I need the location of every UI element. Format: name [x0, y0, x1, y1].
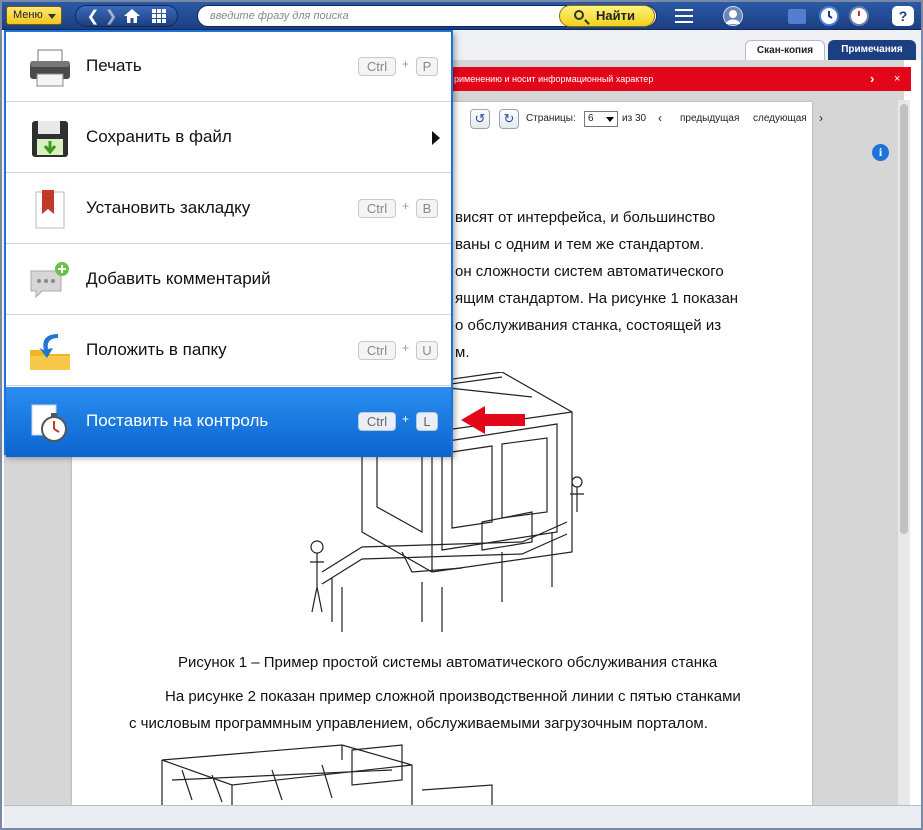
shortcut-ctrl: Ctrl: [358, 57, 396, 76]
menu-item-put-on-control[interactable]: Поставить на контроль Ctrl + L: [6, 387, 451, 457]
search-icon: [574, 10, 584, 20]
menu-button-label: Меню: [13, 9, 43, 21]
page-navigation-bar: ↺ ↻ Страницы: 6 из 30 ‹ предыдущая следу…: [452, 106, 823, 132]
menu-item-label: Поставить на контроль: [86, 411, 269, 430]
top-toolbar: Меню ❮ ❯ Найти: [2, 2, 921, 30]
shortcut-key: B: [416, 199, 438, 218]
printer-icon: [30, 49, 70, 87]
tabs-row: Скан-копия Примечания: [452, 30, 921, 60]
text-line: висят от интерфейса, и большинство: [455, 209, 716, 226]
menu-item-set-bookmark[interactable]: Установить закладку Ctrl + B: [6, 174, 451, 244]
status-strip: [4, 805, 921, 828]
bookmark-icon: [35, 190, 65, 229]
info-icon[interactable]: i: [872, 144, 889, 161]
shortcut-key: L: [416, 412, 438, 431]
folder-put-icon: [30, 334, 70, 370]
shortcut-ctrl: Ctrl: [358, 341, 396, 360]
production-line-illustration: [161, 744, 493, 805]
home-icon[interactable]: [123, 7, 141, 25]
shortcut-plus: +: [402, 341, 410, 355]
text-line: На рисунке 2 показан пример сложной прои…: [165, 688, 741, 705]
main-menu-dropdown: Печать Ctrl + P Сохранить в файл Установ…: [4, 30, 453, 457]
chevron-down-icon: [606, 117, 614, 122]
notice-next-icon[interactable]: ›: [870, 67, 874, 91]
text-line: он сложности систем автоматического: [455, 263, 724, 280]
submenu-arrow-icon: [432, 131, 440, 145]
shortcut-plus: +: [402, 199, 410, 213]
shortcut-ctrl: Ctrl: [358, 412, 396, 431]
shortcut-ctrl: Ctrl: [358, 199, 396, 218]
stopwatch-icon: [31, 404, 67, 442]
menu-button[interactable]: Меню: [6, 6, 62, 25]
pages-label: Страницы:: [526, 113, 576, 124]
chevron-right-icon[interactable]: ›: [819, 111, 823, 125]
rotate-left-icon[interactable]: ↺: [470, 109, 490, 129]
shortcut-plus: +: [402, 57, 410, 71]
rotate-right-icon[interactable]: ↻: [499, 109, 519, 129]
menu-item-label: Положить в папку: [86, 340, 227, 359]
menu-item-label: Печать: [86, 56, 142, 75]
shortcut-key: P: [416, 57, 438, 76]
text-line: ящим стандартом. На рисунке 1 показан: [455, 290, 739, 307]
find-button[interactable]: Найти: [559, 5, 655, 27]
menu-item-label: Сохранить в файл: [86, 127, 232, 146]
menu-item-add-comment[interactable]: Добавить комментарий: [6, 245, 451, 315]
text-line: с числовым программным управлением, обсл…: [129, 715, 708, 732]
app-window: Меню ❮ ❯ Найти: [0, 0, 923, 830]
shortcut-plus: +: [402, 412, 410, 426]
chevron-left-icon[interactable]: ‹: [658, 111, 662, 125]
menu-item-print[interactable]: Печать Ctrl + P: [6, 32, 451, 102]
text-line: о обслуживания станка, состоящей из: [455, 317, 722, 334]
tab-scan-copy[interactable]: Скан-копия: [745, 40, 825, 60]
hamburger-menu-icon[interactable]: [675, 9, 693, 23]
user-icon[interactable]: [723, 6, 743, 26]
tab-notes[interactable]: Примечания: [828, 40, 916, 60]
red-pointer-arrow-icon: [461, 406, 525, 434]
back-arrow-icon[interactable]: ❮: [84, 8, 102, 26]
text-line: м.: [455, 344, 470, 361]
page-select-value: 6: [588, 113, 594, 124]
grid-icon[interactable]: [150, 8, 168, 26]
menu-item-put-in-folder[interactable]: Положить в папку Ctrl + U: [6, 316, 451, 386]
page-select[interactable]: 6: [584, 111, 618, 127]
find-button-label: Найти: [596, 8, 635, 23]
menu-item-label: Установить закладку: [86, 198, 251, 217]
figure-caption: Рисунок 1 – Пример простой системы автом…: [178, 654, 718, 671]
menu-item-label: Добавить комментарий: [86, 269, 271, 288]
vertical-scrollbar[interactable]: [898, 100, 910, 805]
folder-icon[interactable]: [788, 9, 806, 24]
next-page-link[interactable]: следующая: [753, 113, 807, 124]
forward-arrow-icon[interactable]: ❯: [102, 8, 120, 26]
help-icon[interactable]: ?: [892, 6, 914, 26]
chevron-down-icon: [48, 14, 56, 19]
comment-add-icon: [30, 262, 69, 299]
notice-close-icon[interactable]: ×: [894, 67, 900, 91]
search-input[interactable]: [210, 8, 540, 24]
text-line: ваны с одним и тем же стандартом.: [455, 236, 705, 253]
history-icon[interactable]: [819, 6, 839, 26]
clock-icon[interactable]: [849, 6, 869, 26]
previous-page-link[interactable]: предыдущая: [680, 113, 739, 124]
notice-text: рименению и носит информационный характе…: [454, 74, 654, 84]
notice-banner: рименению и носит информационный характе…: [452, 67, 911, 91]
shortcut-key: U: [416, 341, 438, 360]
navigation-group: ❮ ❯: [75, 5, 178, 27]
total-pages-label: из 30: [622, 113, 647, 124]
menu-item-save-to-file[interactable]: Сохранить в файл: [6, 103, 451, 173]
scrollbar-thumb[interactable]: [900, 104, 908, 534]
save-file-icon: [32, 121, 68, 157]
